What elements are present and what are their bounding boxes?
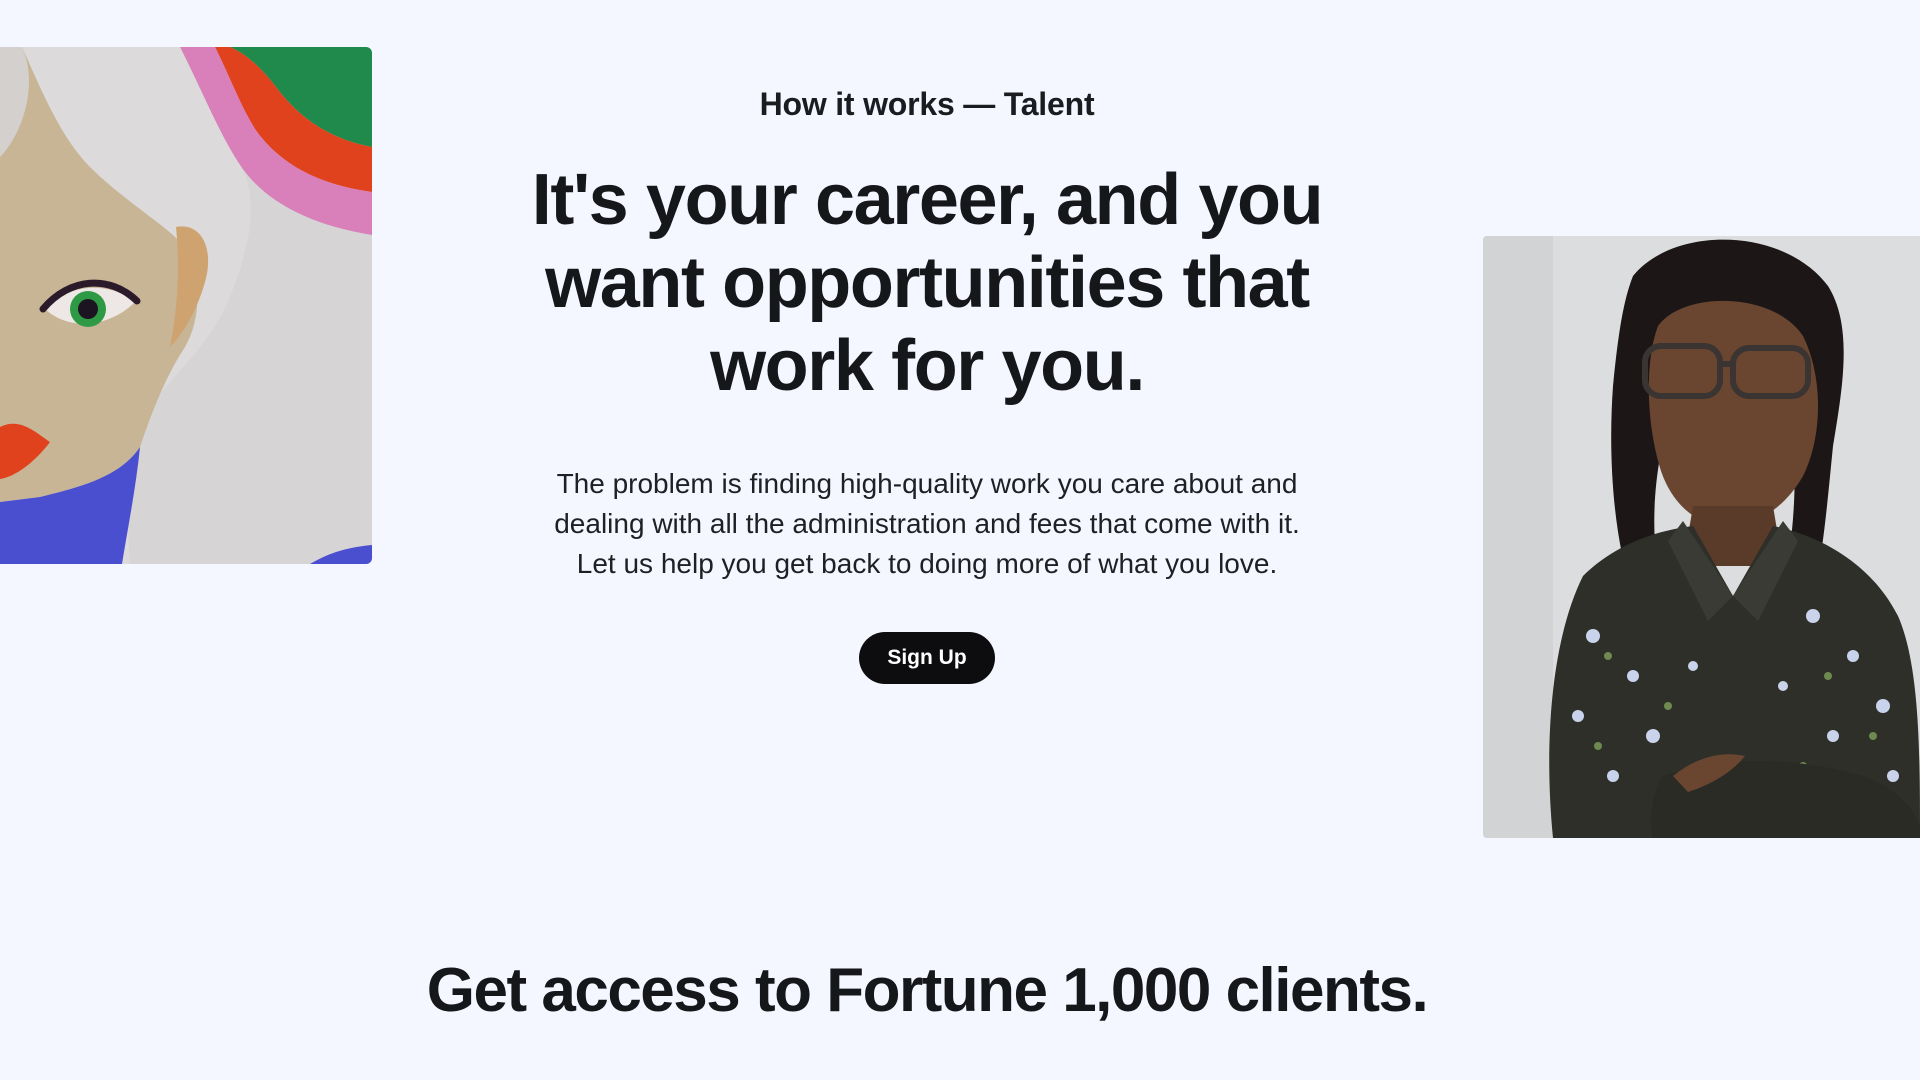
talent-portrait-photo: [1483, 236, 1920, 838]
clients-heading: Get access to Fortune 1,000 clients.: [426, 956, 1429, 1025]
hero-section: How it works — Talent It's your career, …: [500, 80, 1354, 684]
hero-headline: It's your career, and you want opportuni…: [531, 160, 1324, 406]
section-eyebrow: How it works — Talent: [759, 86, 1095, 122]
talent-illustration: [0, 47, 372, 564]
hero-description: The problem is finding high-quality work…: [554, 468, 1300, 579]
sign-up-button[interactable]: Sign Up: [859, 632, 995, 684]
